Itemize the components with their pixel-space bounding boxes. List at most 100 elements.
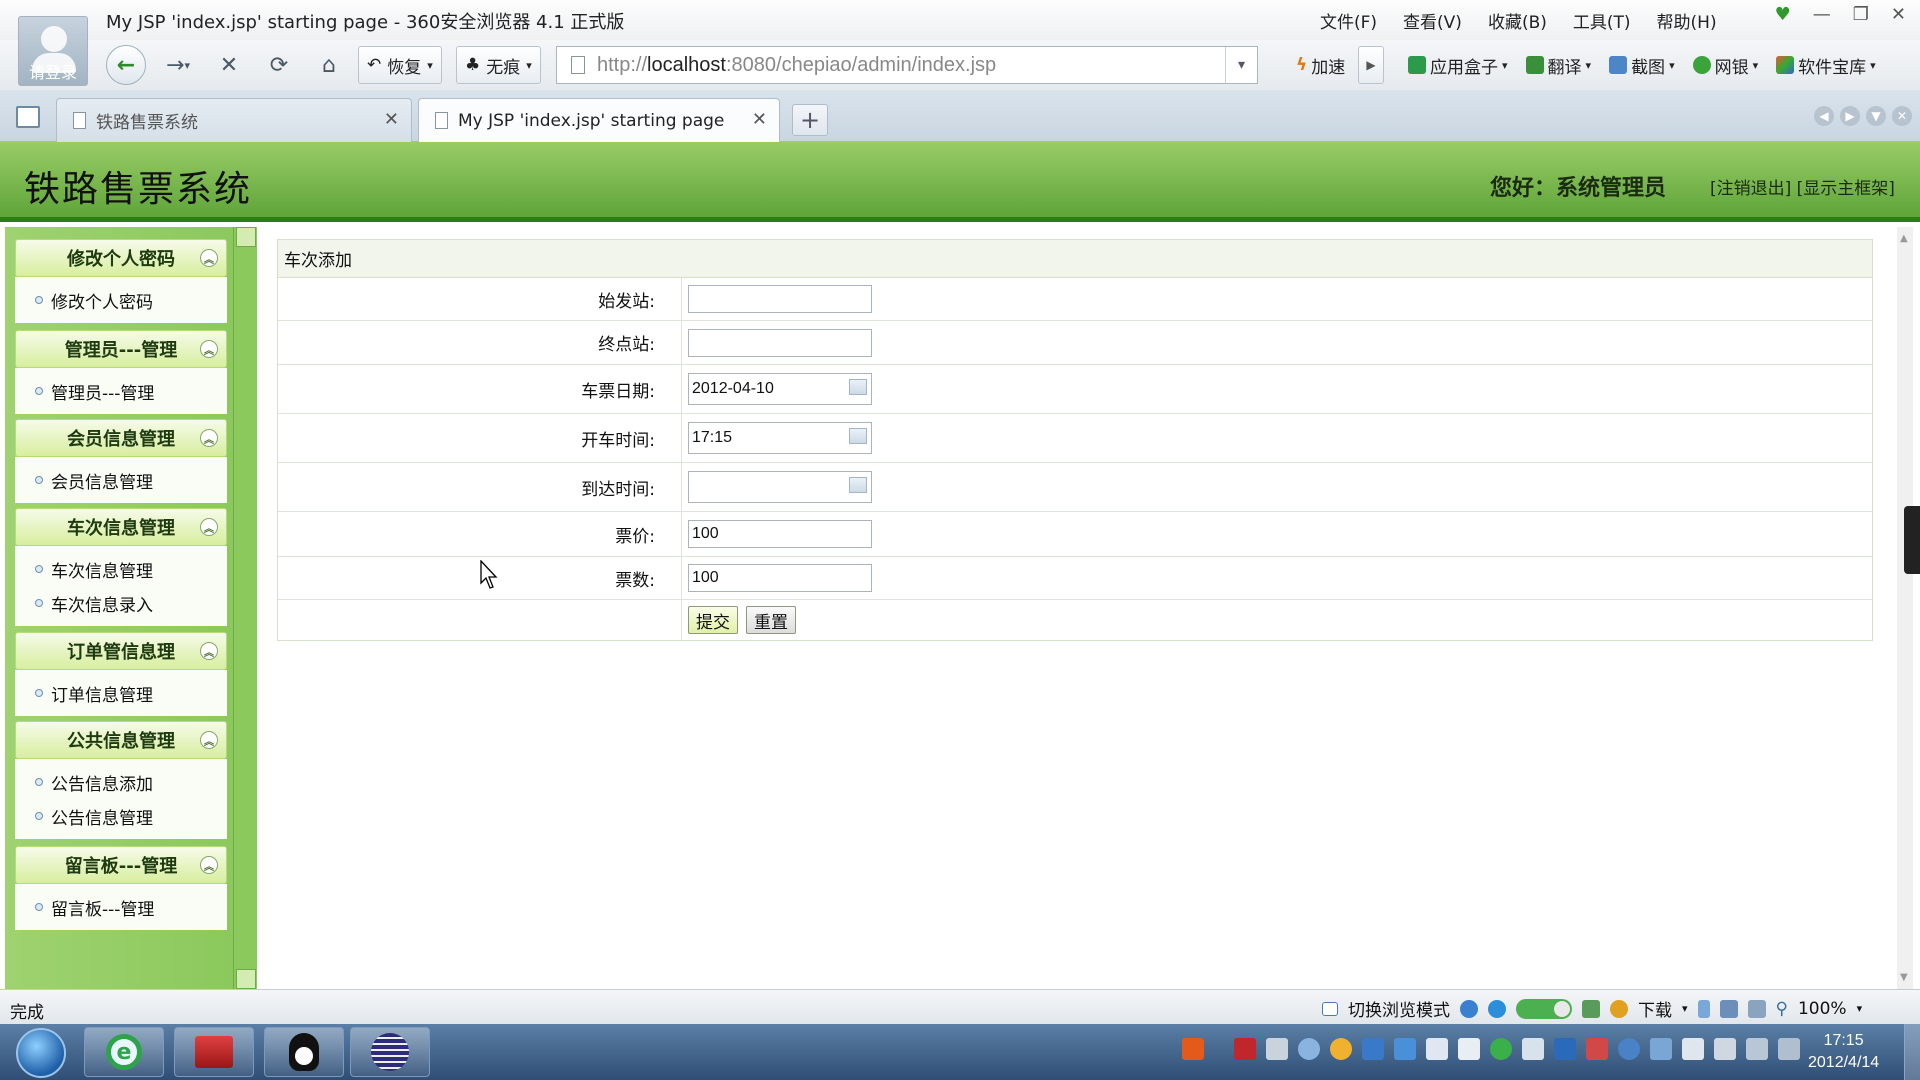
sogou-input-icon[interactable] <box>1182 1038 1204 1060</box>
calendar-icon[interactable] <box>849 379 867 395</box>
refresh-tray-icon[interactable] <box>1490 1038 1512 1060</box>
sidebar-item-members[interactable]: 会员信息管理 <box>15 463 227 497</box>
collapse-icon[interactable]: ︽ <box>200 429 218 447</box>
address-bar[interactable]: http://localhost:8080/chepiao/admin/inde… <box>556 46 1258 84</box>
collapse-icon[interactable]: ︽ <box>200 518 218 536</box>
submit-button[interactable]: 提交 <box>688 606 738 634</box>
page-scrollbar[interactable]: ▲ ▼ <box>1897 227 1913 989</box>
refresh-button[interactable]: ⟳ <box>264 46 294 84</box>
calculator-icon[interactable] <box>1582 999 1600 1018</box>
speed-button[interactable]: ϟ 加速 <box>1296 46 1345 84</box>
show-desktop-button[interactable] <box>1904 1024 1920 1080</box>
tab-close-all-icon[interactable]: ✕ <box>1892 106 1912 126</box>
download-button[interactable]: 下载 <box>1638 996 1672 1021</box>
bank-button[interactable]: 网银 ▾ <box>1692 53 1758 78</box>
notes-icon[interactable] <box>1458 1038 1480 1060</box>
restore-menu-button[interactable]: ↶ 恢复 ▾ <box>358 46 442 84</box>
count-input[interactable]: 100 <box>688 564 872 592</box>
shirt-icon[interactable]: ♥ <box>1775 4 1791 25</box>
menu-view[interactable]: 查看(V) <box>1403 8 1462 33</box>
arrive-time-input[interactable] <box>688 471 872 503</box>
appbox-button[interactable]: 应用盒子 ▾ <box>1408 53 1508 78</box>
tab-index-jsp[interactable]: My JSP 'index.jsp' starting page ✕ <box>418 98 780 142</box>
sidebar-item-notice-manage[interactable]: 公告信息管理 <box>15 799 227 833</box>
tab-railway-system[interactable]: 铁路售票系统 ✕ <box>56 98 412 142</box>
tray-app-pin-icon[interactable] <box>1586 1038 1608 1060</box>
translate-button[interactable]: 翻译 ▾ <box>1525 53 1591 78</box>
collapse-icon[interactable]: ︽ <box>200 340 218 358</box>
close-window-button[interactable]: ✕ <box>1891 4 1906 25</box>
device-icon[interactable] <box>1697 999 1710 1018</box>
ie-icon[interactable] <box>1460 999 1478 1018</box>
sidebar-group-header[interactable]: 管理员---管理 ︽ <box>15 330 227 368</box>
cloud-icon[interactable] <box>1298 1038 1320 1060</box>
sidebar-item-notice-add[interactable]: 公告信息添加 <box>15 765 227 799</box>
calendar-icon[interactable] <box>849 428 867 444</box>
sidebar-group-header[interactable]: 留言板---管理 ︽ <box>15 846 227 884</box>
side-panel-handle[interactable] <box>1904 506 1920 574</box>
login-avatar[interactable]: 请登录 <box>18 16 88 86</box>
calendar-icon[interactable] <box>849 477 867 493</box>
sidebar-item-train-add[interactable]: 车次信息录入 <box>15 586 227 620</box>
sidebar-item-admin[interactable]: 管理员---管理 <box>15 374 227 408</box>
splitter-top-handle[interactable] <box>236 227 256 247</box>
list-icon[interactable] <box>1426 1038 1448 1060</box>
sidebar-group-header[interactable]: 订单管信息理 ︽ <box>15 632 227 670</box>
globe-icon[interactable] <box>1488 999 1506 1018</box>
taskbar-qq-button[interactable] <box>264 1027 344 1077</box>
tray-tool-icon[interactable] <box>1522 1038 1544 1060</box>
sidebar-group-header[interactable]: 车次信息管理 ︽ <box>15 508 227 546</box>
tab-left-icon[interactable]: ◀ <box>1814 106 1834 126</box>
back-button[interactable]: ← <box>106 45 146 85</box>
home-button[interactable]: ⌂ <box>314 46 344 84</box>
software-store-button[interactable]: 软件宝库 ▾ <box>1776 53 1876 78</box>
start-station-input[interactable] <box>688 285 872 313</box>
incognito-button[interactable]: ♣ 无痕 ▾ <box>456 46 541 84</box>
minimize-button[interactable]: — <box>1813 4 1831 25</box>
speaker-icon[interactable] <box>1747 999 1766 1018</box>
sidebar-toggle-icon[interactable] <box>16 106 40 128</box>
forward-button[interactable]: → ▾ <box>156 46 200 84</box>
price-input[interactable]: 100 <box>688 520 872 548</box>
tray-app-red-icon[interactable] <box>1234 1038 1256 1060</box>
url-dropdown-button[interactable]: ▾ <box>1225 47 1257 83</box>
taskbar-ie-button[interactable]: e <box>84 1027 164 1077</box>
tray-app-icon[interactable] <box>1650 1038 1672 1060</box>
collapse-icon[interactable]: ︽ <box>200 249 218 267</box>
new-tab-button[interactable]: + <box>792 104 828 136</box>
close-tab-icon[interactable]: ✕ <box>384 109 399 130</box>
sidebar-item-messages[interactable]: 留言板---管理 <box>15 890 227 924</box>
collapse-icon[interactable]: ︽ <box>200 642 218 660</box>
mode-toggle[interactable] <box>1516 998 1572 1019</box>
go-button[interactable]: ▶ <box>1358 46 1384 84</box>
network-icon[interactable] <box>1746 1038 1768 1060</box>
tray-app-blue-icon[interactable] <box>1554 1038 1576 1060</box>
menu-favorites[interactable]: 收藏(B) <box>1488 8 1547 33</box>
header-links[interactable]: [注销退出] [显示主框架] <box>1710 174 1895 199</box>
tab-list-icon[interactable]: ▼ <box>1866 106 1886 126</box>
qq-tray-icon[interactable] <box>1330 1038 1352 1060</box>
scroll-down-icon[interactable]: ▼ <box>1900 972 1908 983</box>
keyboard-icon[interactable] <box>1266 1038 1288 1060</box>
splitter-bottom-handle[interactable] <box>236 969 256 989</box>
close-tab-icon[interactable]: ✕ <box>752 109 767 130</box>
sidebar-item-train-manage[interactable]: 车次信息管理 <box>15 552 227 586</box>
depart-time-input[interactable]: 17:15 <box>688 422 872 454</box>
sidebar-group-header[interactable]: 公共信息管理 ︽ <box>15 721 227 759</box>
sidebar-item-change-password[interactable]: 修改个人密码 <box>15 283 227 317</box>
sidebar-group-header[interactable]: 会员信息管理 ︽ <box>15 419 227 457</box>
flag-icon[interactable] <box>1682 1038 1704 1060</box>
stop-button[interactable]: ✕ <box>214 46 244 84</box>
taskbar-eclipse-button[interactable] <box>350 1027 430 1077</box>
menu-tools[interactable]: 工具(T) <box>1573 8 1631 33</box>
zoom-level[interactable]: 100% <box>1798 999 1847 1019</box>
gear-icon[interactable] <box>1618 1038 1640 1060</box>
ticket-date-input[interactable]: 2012-04-10 <box>688 373 872 405</box>
collapse-icon[interactable]: ︽ <box>200 731 218 749</box>
start-button[interactable] <box>16 1028 66 1078</box>
menu-file[interactable]: 文件(F) <box>1320 8 1377 33</box>
sidebar-item-orders[interactable]: 订单信息管理 <box>15 676 227 710</box>
menu-help[interactable]: 帮助(H) <box>1657 8 1717 33</box>
switch-mode-button[interactable]: 切换浏览模式 <box>1348 996 1450 1021</box>
tab-right-icon[interactable]: ▶ <box>1840 106 1860 126</box>
